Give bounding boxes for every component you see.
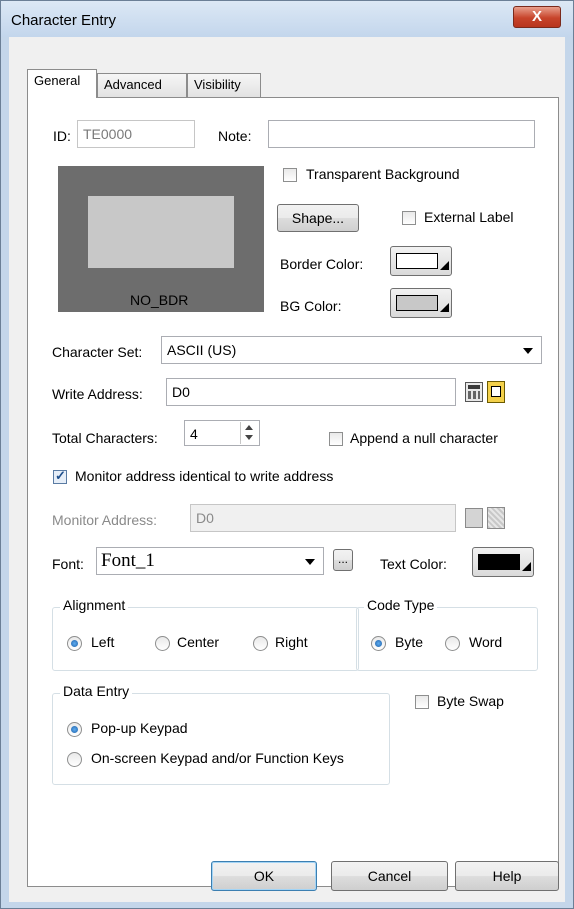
shape-button[interactable]: Shape... xyxy=(277,204,359,232)
tab-advanced-label: Advanced xyxy=(104,77,162,92)
charset-label: Character Set: xyxy=(52,344,143,360)
popup-keypad-radio[interactable] xyxy=(67,722,82,737)
code-word-radio[interactable] xyxy=(445,636,460,651)
note-label: Note: xyxy=(218,128,252,144)
cancel-button[interactable]: Cancel xyxy=(331,861,448,891)
window-title: Character Entry xyxy=(11,12,117,29)
dropdown-arrow-icon xyxy=(440,261,449,270)
monitor-identical-label: Monitor address identical to write addre… xyxy=(75,468,334,484)
transparent-bg-checkbox[interactable] xyxy=(283,168,297,182)
checkmark-icon: ✓ xyxy=(55,468,66,483)
calculator-icon-disabled xyxy=(465,508,483,528)
bg-color-swatch xyxy=(396,295,438,311)
monitor-address-label: Monitor Address: xyxy=(52,512,158,528)
close-button[interactable]: X xyxy=(513,6,561,28)
title-bar[interactable]: Character Entry X xyxy=(1,1,573,37)
text-color-button[interactable] xyxy=(472,547,534,577)
tab-general[interactable]: General xyxy=(27,69,97,98)
total-chars-field[interactable]: 4 xyxy=(184,420,260,446)
close-icon: X xyxy=(531,8,542,25)
code-byte-radio[interactable] xyxy=(371,636,386,651)
align-right-radio[interactable] xyxy=(253,636,268,651)
id-label: ID: xyxy=(53,128,71,144)
tab-visibility-label: Visibility xyxy=(194,77,241,92)
append-null-checkbox[interactable] xyxy=(329,432,343,446)
code-type-group: Code Type Byte Word xyxy=(356,597,538,671)
write-address-label: Write Address: xyxy=(52,386,143,402)
align-left-radio[interactable] xyxy=(67,636,82,651)
monitor-identical-checkbox[interactable]: ✓ xyxy=(53,468,67,484)
note-field[interactable] xyxy=(268,120,535,148)
font-value: Font_1 xyxy=(101,550,155,571)
chevron-down-icon xyxy=(305,559,315,565)
font-select[interactable]: Font_1 xyxy=(96,547,324,575)
id-field[interactable]: TE0000 xyxy=(77,120,195,148)
align-right-label: Right xyxy=(275,634,308,650)
external-label-label: External Label xyxy=(424,209,514,225)
charset-value: ASCII (US) xyxy=(167,342,237,358)
ok-button[interactable]: OK xyxy=(211,861,317,891)
general-panel: ID: TE0000 Note: NO_BDR Transparent Back… xyxy=(27,97,559,887)
address-picker-icon-disabled xyxy=(487,507,505,529)
shape-preview: NO_BDR xyxy=(58,166,264,312)
address-picker-icon[interactable] xyxy=(487,381,505,403)
onscreen-keypad-label: On-screen Keypad and/or Function Keys xyxy=(91,750,344,766)
dialog-window: Character Entry X General Advanced Visib… xyxy=(0,0,574,909)
bg-color-button[interactable] xyxy=(390,288,452,318)
code-type-title: Code Type xyxy=(364,597,438,613)
border-color-label: Border Color: xyxy=(280,256,364,272)
tab-advanced[interactable]: Advanced xyxy=(97,73,187,97)
preview-fill xyxy=(88,196,234,268)
tab-visibility[interactable]: Visibility xyxy=(187,73,261,97)
align-center-radio[interactable] xyxy=(155,636,170,651)
border-color-swatch xyxy=(396,253,438,269)
bg-color-label: BG Color: xyxy=(280,298,342,314)
write-address-field[interactable]: D0 xyxy=(166,378,456,406)
append-null-label: Append a null character xyxy=(350,430,498,446)
byte-swap-checkbox[interactable] xyxy=(415,695,429,709)
code-word-label: Word xyxy=(469,634,503,650)
spinner-control[interactable] xyxy=(240,422,258,444)
onscreen-keypad-radio[interactable] xyxy=(67,752,82,767)
calculator-icon[interactable] xyxy=(465,382,483,402)
alignment-group: Alignment Left Center Right xyxy=(52,597,359,671)
dialog-client-area: General Advanced Visibility ID: TE0000 N… xyxy=(9,37,565,902)
text-color-label: Text Color: xyxy=(380,556,447,572)
total-chars-value: 4 xyxy=(190,426,198,442)
spin-down-icon[interactable] xyxy=(245,435,253,440)
popup-keypad-label: Pop-up Keypad xyxy=(91,720,188,736)
external-label-checkbox[interactable] xyxy=(402,211,416,225)
text-color-swatch xyxy=(478,554,520,570)
transparent-bg-label: Transparent Background xyxy=(306,166,460,182)
code-byte-label: Byte xyxy=(395,634,424,650)
align-center-label: Center xyxy=(177,634,220,650)
spin-up-icon[interactable] xyxy=(245,425,253,430)
byte-swap-label: Byte Swap xyxy=(437,693,504,709)
data-entry-group: Data Entry Pop-up Keypad On-screen Keypa… xyxy=(52,683,390,785)
chevron-down-icon xyxy=(523,348,533,354)
tab-general-label: General xyxy=(34,73,81,88)
font-more-button[interactable]: ... xyxy=(333,549,353,571)
alignment-title: Alignment xyxy=(60,597,129,613)
charset-select[interactable]: ASCII (US) xyxy=(161,336,542,364)
align-left-label: Left xyxy=(91,634,115,650)
total-chars-label: Total Characters: xyxy=(52,430,158,446)
preview-caption: NO_BDR xyxy=(130,292,189,308)
font-label: Font: xyxy=(52,556,84,572)
monitor-address-field[interactable]: D0 xyxy=(190,504,456,532)
help-button[interactable]: Help xyxy=(455,861,559,891)
data-entry-title: Data Entry xyxy=(60,683,133,699)
dropdown-arrow-icon xyxy=(522,562,531,571)
dropdown-arrow-icon xyxy=(440,303,449,312)
border-color-button[interactable] xyxy=(390,246,452,276)
